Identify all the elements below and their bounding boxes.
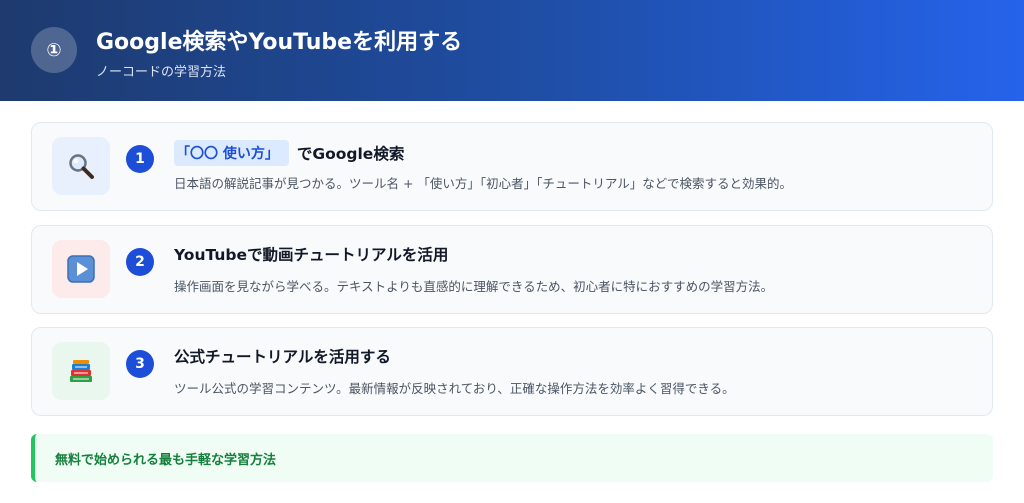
method-card-official-tutorial: 3 公式チュートリアルを活用する ツール公式の学習コンテンツ。最新情報が反映され… — [31, 327, 993, 416]
page-subtitle: ノーコードの学習方法 — [96, 65, 227, 80]
card-description: 操作画面を見ながら学べる。テキストよりも直感的に理解できるため、初心者に特におす… — [174, 279, 774, 294]
section-number-badge: ① — [31, 27, 77, 73]
card-title-text: でGoogle検索 — [296, 145, 405, 163]
step-number-3: 3 — [126, 350, 154, 378]
card-title: YouTubeで動画チュートリアルを活用 — [174, 246, 449, 264]
card-title: 公式チュートリアルを活用する — [174, 348, 391, 366]
page-header: ① Google検索やYouTubeを利用する ノーコードの学習方法 — [0, 0, 1024, 101]
summary-callout: 無料で始められる最も手軽な学習方法 — [31, 434, 993, 482]
method-card-youtube: 2 YouTubeで動画チュートリアルを活用 操作画面を見ながら学べる。テキスト… — [31, 225, 993, 314]
card-title: 「〇〇 使い方」 でGoogle検索 — [174, 140, 404, 166]
method-card-google-search: 1 「〇〇 使い方」 でGoogle検索 日本語の解説記事が見つかる。ツール名 … — [31, 122, 993, 211]
search-keyword-tag: 「〇〇 使い方」 — [174, 140, 289, 166]
card-description: ツール公式の学習コンテンツ。最新情報が反映されており、正確な操作方法を効率よく習… — [174, 381, 735, 396]
magnifier-icon — [52, 137, 110, 195]
callout-text: 無料で始められる最も手軽な学習方法 — [55, 453, 277, 468]
step-number-2: 2 — [126, 248, 154, 276]
books-icon — [52, 342, 110, 400]
play-button-icon — [52, 240, 110, 298]
card-description: 日本語の解説記事が見つかる。ツール名 + 「使い方」「初心者」「チュートリアル」… — [174, 176, 793, 191]
step-number-1: 1 — [126, 145, 154, 173]
page-title: Google検索やYouTubeを利用する — [96, 30, 463, 55]
